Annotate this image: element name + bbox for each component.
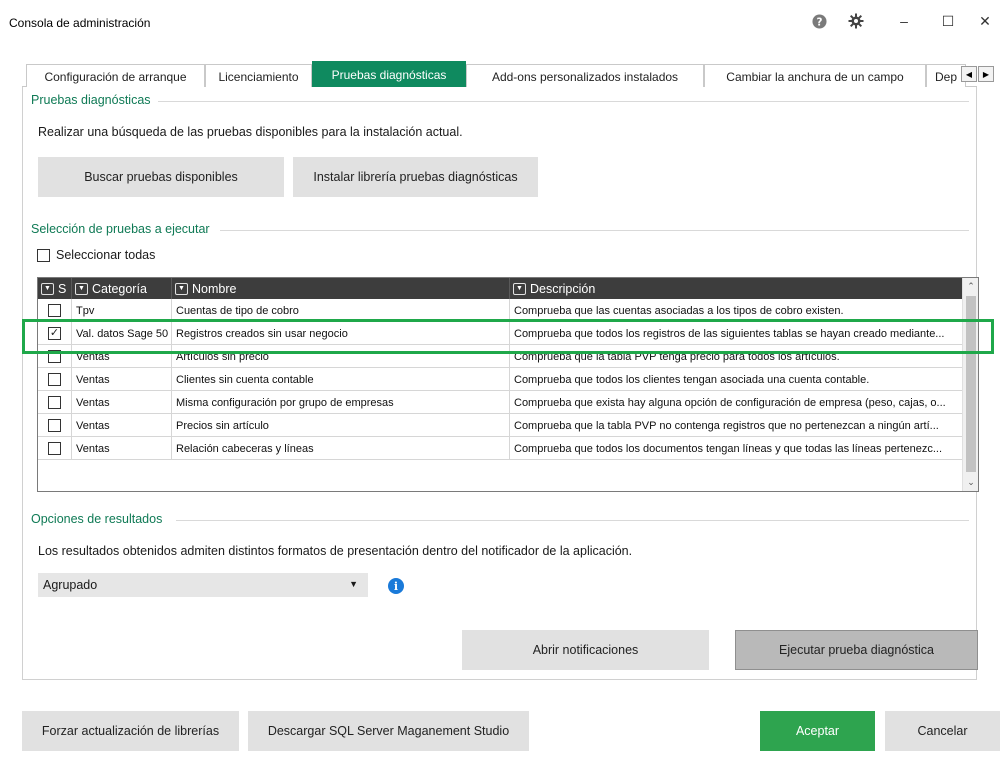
cancel-button[interactable]: Cancelar — [885, 711, 1000, 751]
cell-name: Precios sin artículo — [172, 414, 510, 437]
cell-category: Ventas — [72, 368, 172, 391]
chevron-down-icon: ▼ — [349, 579, 358, 589]
diagnostics-section-title: Pruebas diagnósticas — [31, 93, 151, 107]
select-all-checkbox[interactable] — [37, 249, 50, 262]
cell-category: Ventas — [72, 414, 172, 437]
results-section-title: Opciones de resultados — [31, 512, 163, 526]
cell-name: Relación cabeceras y líneas — [172, 437, 510, 460]
table-row[interactable]: Ventas Precios sin artículo Comprueba qu… — [38, 414, 962, 437]
cell-description: Comprueba que la tabla PVP no contenga r… — [514, 419, 939, 432]
svg-text:?: ? — [816, 16, 822, 28]
cell-description: Comprueba que todos los clientes tengan … — [514, 373, 870, 386]
selected-row-highlight — [22, 319, 994, 354]
tab-pruebas-diagnosticas[interactable]: Pruebas diagnósticas — [312, 61, 466, 87]
tab-scroll-left-icon[interactable]: ◀ — [961, 66, 977, 82]
close-button[interactable]: ✕ — [974, 10, 996, 32]
section-divider — [220, 230, 969, 231]
accept-button[interactable]: Aceptar — [760, 711, 875, 751]
tab-licenciamiento[interactable]: Licenciamiento — [205, 64, 312, 87]
row-checkbox[interactable] — [48, 442, 61, 455]
scroll-down-icon[interactable]: ⌄ — [963, 474, 978, 491]
grid-header: ▼ S ▼ Categoría ▼ Nombre ▼ Descripción — [38, 278, 962, 299]
force-update-libraries-button[interactable]: Forzar actualización de librerías — [22, 711, 239, 751]
diagnostics-description: Realizar una búsqueda de las pruebas dis… — [38, 125, 463, 139]
tab-dep[interactable]: Dep — [926, 64, 966, 87]
cell-description: Comprueba que exista hay alguna opción d… — [514, 396, 946, 409]
run-diagnostic-button[interactable]: Ejecutar prueba diagnóstica — [735, 630, 978, 670]
table-row[interactable]: Ventas Relación cabeceras y líneas Compr… — [38, 437, 962, 460]
select-all-label: Seleccionar todas — [56, 248, 156, 262]
results-description: Los resultados obtenidos admiten distint… — [38, 544, 633, 558]
minimize-button[interactable]: – — [893, 10, 915, 32]
tests-grid: ▼ S ▼ Categoría ▼ Nombre ▼ Descripción Tpv C… — [37, 277, 979, 492]
install-library-button[interactable]: Instalar librería pruebas diagnósticas — [293, 157, 538, 197]
download-sql-button[interactable]: Descargar SQL Server Maganement Studio — [248, 711, 529, 751]
info-icon[interactable]: i — [388, 578, 404, 594]
scroll-up-icon[interactable]: ⌃ — [963, 278, 978, 295]
cell-name: Misma configuración por grupo de empresa… — [172, 391, 510, 414]
filter-dropdown-icon[interactable]: ▼ — [175, 282, 188, 295]
table-row[interactable]: Ventas Clientes sin cuenta contable Comp… — [38, 368, 962, 391]
tab-bar: Configuración de arranque Licenciamiento… — [22, 61, 977, 87]
window-title: Consola de administración — [9, 16, 151, 30]
column-header-category[interactable]: ▼ Categoría — [72, 278, 172, 299]
cell-category: Ventas — [72, 391, 172, 414]
filter-dropdown-icon[interactable]: ▼ — [75, 282, 88, 295]
tab-cambiar-anchura[interactable]: Cambiar la anchura de un campo — [704, 64, 926, 87]
row-checkbox[interactable] — [48, 419, 61, 432]
table-row[interactable]: Ventas Misma configuración por grupo de … — [38, 391, 962, 414]
results-format-select[interactable]: Agrupado ▼ — [38, 573, 368, 597]
title-bar: Consola de administración ? – ☐ ✕ — [0, 0, 1006, 40]
column-header-select[interactable]: ▼ S — [38, 278, 72, 299]
row-checkbox[interactable] — [48, 396, 61, 409]
grid-vertical-scrollbar[interactable]: ⌃ ⌄ — [962, 278, 978, 491]
column-header-description[interactable]: ▼ Descripción — [510, 278, 962, 299]
tab-scroll-right-icon[interactable]: ▶ — [978, 66, 994, 82]
cell-name: Clientes sin cuenta contable — [172, 368, 510, 391]
help-icon[interactable]: ? — [808, 10, 830, 32]
column-header-name[interactable]: ▼ Nombre — [172, 278, 510, 299]
tab-configuracion-arranque[interactable]: Configuración de arranque — [26, 64, 205, 87]
cell-category: Ventas — [72, 437, 172, 460]
filter-dropdown-icon[interactable]: ▼ — [513, 282, 526, 295]
row-checkbox[interactable] — [48, 304, 61, 317]
selection-section-title: Selección de pruebas a ejecutar — [31, 222, 210, 236]
filter-dropdown-icon[interactable]: ▼ — [41, 282, 54, 295]
row-checkbox[interactable] — [48, 373, 61, 386]
maximize-button[interactable]: ☐ — [937, 10, 959, 32]
section-divider — [158, 101, 969, 102]
tab-add-ons[interactable]: Add-ons personalizados instalados — [466, 64, 704, 87]
results-format-value: Agrupado — [43, 578, 98, 592]
gear-icon[interactable] — [845, 10, 867, 32]
section-divider — [176, 520, 969, 521]
cell-description: Comprueba que todos los documentos tenga… — [514, 442, 943, 455]
open-notifications-button[interactable]: Abrir notificaciones — [462, 630, 709, 670]
search-tests-button[interactable]: Buscar pruebas disponibles — [38, 157, 284, 197]
